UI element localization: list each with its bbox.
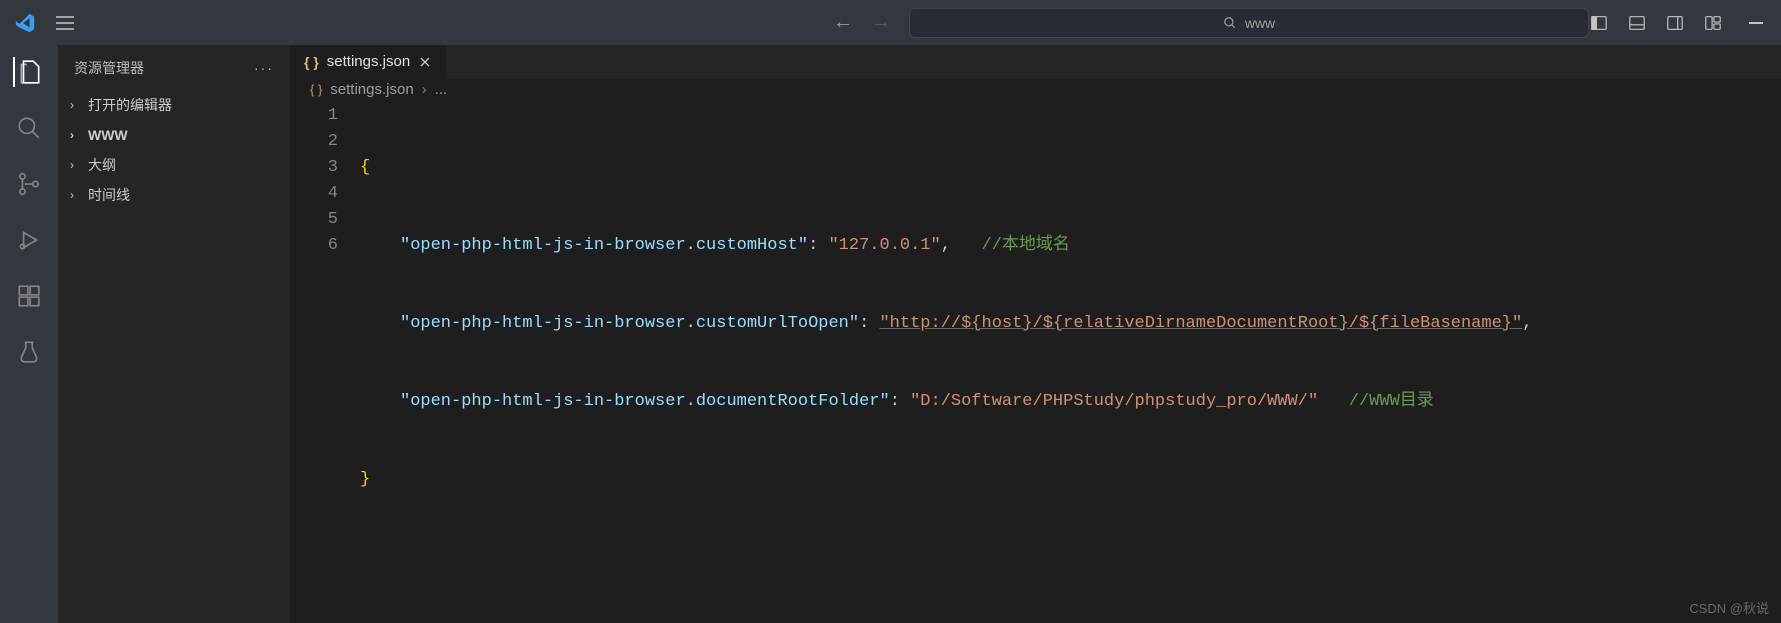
- activity-bar: [0, 45, 58, 623]
- chevron-right-icon: ›: [70, 128, 82, 142]
- search-icon[interactable]: [14, 113, 44, 143]
- line-number: 3: [290, 155, 338, 181]
- breadcrumb-file: settings.json: [330, 81, 413, 98]
- run-debug-icon[interactable]: [14, 225, 44, 255]
- breadcrumb[interactable]: { } settings.json › ...: [290, 79, 1781, 101]
- main: 资源管理器 ··· › 打开的编辑器 › WWW › 大纲 › 时间线 { } sett…: [0, 45, 1781, 623]
- token-string-link: "http://${host}/${relativeDirnameDocumen…: [879, 314, 1522, 333]
- chevron-right-icon: ›: [70, 158, 82, 172]
- token-punct: :: [859, 314, 879, 333]
- breadcrumb-tail: ...: [435, 81, 448, 98]
- token-string: "127.0.0.1": [828, 236, 940, 255]
- tree-label: 打开的编辑器: [88, 95, 172, 115]
- tree-item-outline[interactable]: › 大纲: [58, 150, 290, 180]
- tree-item-www[interactable]: › WWW: [58, 120, 290, 150]
- sidebar-header: 资源管理器 ···: [58, 45, 290, 90]
- tab-label: settings.json: [327, 53, 410, 70]
- explorer-icon[interactable]: [13, 57, 43, 87]
- token-brace: {: [360, 158, 370, 177]
- close-icon[interactable]: ⨯: [418, 52, 431, 72]
- command-center[interactable]: www: [909, 8, 1589, 38]
- layout-sidebar-left-icon[interactable]: [1589, 13, 1609, 33]
- tree-item-timeline[interactable]: › 时间线: [58, 180, 290, 210]
- line-number: 5: [290, 207, 338, 233]
- tab-bar: { } settings.json ⨯: [290, 45, 1781, 79]
- token-punct: :: [808, 236, 828, 255]
- token-comment: //本地域名: [982, 236, 1070, 255]
- tree-label: 时间线: [88, 185, 130, 205]
- watermark: CSDN @秋说: [1689, 598, 1769, 617]
- tree-item-open-editors[interactable]: › 打开的编辑器: [58, 90, 290, 120]
- code-content[interactable]: { "open-php-html-js-in-browser.customHos…: [360, 101, 1781, 623]
- layout-sidebar-right-icon[interactable]: [1665, 13, 1685, 33]
- title-bar-right: [1589, 13, 1763, 33]
- nav-arrows: ← →: [833, 11, 891, 34]
- token-comment: //WWW目录: [1349, 392, 1434, 411]
- source-control-icon[interactable]: [14, 169, 44, 199]
- token-punct: ,: [1522, 314, 1532, 333]
- json-file-icon: { }: [310, 82, 322, 97]
- gutter: 1 2 3 4 5 6: [290, 101, 360, 623]
- line-number: 1: [290, 103, 338, 129]
- vscode-logo-icon: [0, 12, 50, 34]
- token-key: "open-php-html-js-in-browser.customHost": [400, 236, 808, 255]
- token-string: "D:/Software/PHPStudy/phpstudy_pro/WWW/": [910, 392, 1318, 411]
- sidebar: 资源管理器 ··· › 打开的编辑器 › WWW › 大纲 › 时间线: [58, 45, 290, 623]
- nav-back-icon[interactable]: ←: [833, 11, 853, 34]
- line-number: 2: [290, 129, 338, 155]
- token-brace: }: [360, 470, 370, 489]
- title-bar: ← → www: [0, 0, 1781, 45]
- chevron-right-icon: ›: [70, 188, 82, 202]
- window-minimize-icon[interactable]: [1749, 22, 1763, 24]
- extensions-icon[interactable]: [14, 281, 44, 311]
- line-number: 4: [290, 181, 338, 207]
- token-punct: :: [890, 392, 910, 411]
- chevron-right-icon: ›: [70, 98, 82, 112]
- command-center-text: www: [1245, 15, 1275, 31]
- testing-icon[interactable]: [14, 337, 44, 367]
- token-key: "open-php-html-js-in-browser.customUrlTo…: [400, 314, 859, 333]
- json-file-icon: { }: [304, 54, 319, 70]
- nav-forward-icon[interactable]: →: [871, 11, 891, 34]
- code-area[interactable]: 1 2 3 4 5 6 { "open-php-html-js-in-brows…: [290, 101, 1781, 623]
- sidebar-title: 资源管理器: [74, 58, 144, 78]
- layout-customize-icon[interactable]: [1703, 13, 1723, 33]
- token-key: "open-php-html-js-in-browser.documentRoo…: [400, 392, 890, 411]
- sidebar-more-icon[interactable]: ···: [254, 60, 274, 76]
- editor-area: { } settings.json ⨯ { } settings.json › …: [290, 45, 1781, 623]
- line-number: 6: [290, 233, 338, 259]
- tree-label: WWW: [88, 127, 128, 143]
- layout-panel-icon[interactable]: [1627, 13, 1647, 33]
- tab-settings-json[interactable]: { } settings.json ⨯: [290, 45, 447, 79]
- breadcrumb-sep: ›: [422, 81, 427, 98]
- token-punct: ,: [941, 236, 951, 255]
- tree-label: 大纲: [88, 155, 116, 175]
- menu-icon[interactable]: [50, 16, 80, 30]
